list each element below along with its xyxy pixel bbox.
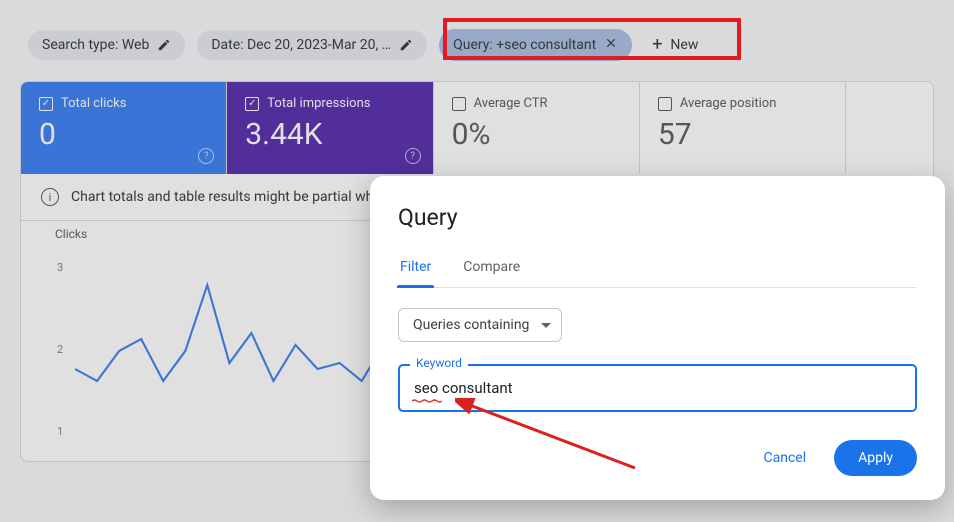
select-label: Queries containing — [413, 317, 529, 333]
metric-value: 57 — [658, 117, 827, 152]
checkbox-icon — [245, 97, 259, 111]
checkbox-icon — [39, 97, 53, 111]
checkbox-icon — [658, 97, 672, 111]
pencil-icon — [399, 38, 413, 52]
metric-cards: Total clicks 0 ? Total impressions 3.44K… — [21, 82, 933, 174]
checkbox-icon — [452, 97, 466, 111]
clicks-card[interactable]: Total clicks 0 ? — [21, 82, 227, 174]
y-tick: 2 — [57, 343, 63, 356]
info-icon[interactable]: ? — [198, 148, 214, 164]
modal-actions: Cancel Apply — [398, 440, 917, 476]
metric-label: Total clicks — [61, 96, 126, 111]
chip-label: Date: Dec 20, 2023-Mar 20, … — [211, 37, 391, 53]
metric-value: 0% — [452, 117, 621, 152]
impressions-card[interactable]: Total impressions 3.44K ? — [227, 82, 433, 174]
y-axis-label: Clicks — [55, 227, 87, 241]
metric-value: 0 — [39, 117, 208, 152]
query-filter-modal: Query Filter Compare Queries containing … — [370, 176, 945, 500]
metric-label: Average position — [680, 96, 777, 111]
new-label: New — [670, 37, 698, 53]
info-icon: i — [41, 188, 59, 206]
close-icon[interactable] — [604, 36, 618, 54]
y-tick: 3 — [57, 261, 63, 274]
pencil-icon — [157, 38, 171, 52]
cancel-button[interactable]: Cancel — [749, 442, 820, 474]
search-type-chip[interactable]: Search type: Web — [28, 30, 185, 60]
chevron-down-icon — [541, 323, 551, 328]
y-tick: 1 — [57, 425, 63, 438]
ctr-card[interactable]: Average CTR 0% — [434, 82, 640, 174]
keyword-field-wrapper: Keyword — [398, 364, 917, 412]
info-icon[interactable]: ? — [405, 148, 421, 164]
modal-tabs: Filter Compare — [398, 253, 917, 288]
match-type-select[interactable]: Queries containing — [398, 308, 562, 342]
spellcheck-underline-icon — [412, 399, 442, 403]
chip-label: Query: +seo consultant — [453, 37, 596, 53]
notice-text: Chart totals and table results might be … — [71, 189, 381, 205]
metric-value: 3.44K — [245, 117, 414, 152]
modal-title: Query — [398, 204, 917, 231]
metric-label: Average CTR — [474, 96, 548, 111]
metric-label: Total impressions — [267, 96, 370, 111]
apply-button[interactable]: Apply — [834, 440, 917, 476]
chip-label: Search type: Web — [42, 37, 149, 53]
tab-filter[interactable]: Filter — [398, 253, 433, 287]
field-label: Keyword — [410, 356, 468, 370]
tab-compare[interactable]: Compare — [461, 253, 522, 287]
new-filter-button[interactable]: + New — [644, 28, 706, 61]
keyword-input[interactable] — [398, 364, 917, 412]
filter-bar: Search type: Web Date: Dec 20, 2023-Mar … — [0, 0, 954, 81]
query-chip[interactable]: Query: +seo consultant — [439, 29, 632, 61]
plus-icon: + — [652, 34, 662, 55]
position-card[interactable]: Average position 57 — [640, 82, 846, 174]
card-spacer — [846, 82, 933, 174]
date-chip[interactable]: Date: Dec 20, 2023-Mar 20, … — [197, 30, 427, 60]
